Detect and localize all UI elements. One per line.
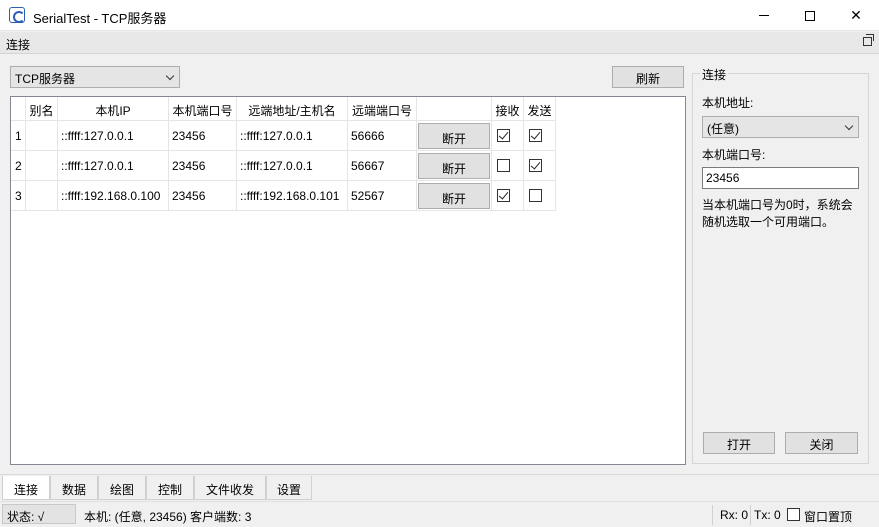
chevron-down-icon [165,71,175,81]
tx-counter: Tx: 0 [754,508,781,522]
row-index: 1 [11,121,26,151]
close-window-button[interactable]: ✕ [833,0,879,31]
column-header[interactable]: 别名 [26,97,58,121]
table-row[interactable]: 1 ::ffff:127.0.0.1 23456 ::ffff:127.0.0.… [11,121,556,151]
send-checkbox[interactable] [529,189,542,202]
column-header[interactable]: 接收 [492,97,524,121]
send-checkbox[interactable] [529,129,542,142]
connection-mode-select[interactable]: TCP服务器 [10,66,180,88]
column-header[interactable]: 远端端口号 [348,97,417,121]
always-on-top-label[interactable]: 窗口置顶 [804,508,852,525]
status-divider [750,505,751,525]
close-icon: ✕ [850,7,862,23]
minimize-button[interactable] [741,0,787,31]
column-header[interactable]: 本机IP [58,97,169,121]
dock-title: 连接 [6,38,31,52]
remote-port-cell: 56666 [348,121,417,151]
local-address-label: 本机地址: [702,96,754,110]
corner-header [11,97,26,121]
local-address-select[interactable]: (任意) [702,116,859,138]
app-icon [9,7,25,23]
minimize-icon [759,15,769,16]
table-row[interactable]: 3 ::ffff:192.168.0.100 23456 ::ffff:192.… [11,181,556,211]
open-button[interactable]: 打开 [703,432,775,454]
connections-table[interactable]: 别名 本机IP 本机端口号 远端地址/主机名 远端端口号 接收 发送 1 ::f… [10,96,686,465]
row-index: 2 [11,151,26,181]
alias-cell[interactable] [26,121,58,151]
column-header[interactable]: 远端地址/主机名 [237,97,348,121]
title-bar: SerialTest - TCP服务器 ✕ [0,0,879,31]
column-header[interactable]: 发送 [524,97,556,121]
port-hint-text: 当本机端口号为0时，系统会随机选取一个可用端口。 [702,198,853,229]
rx-counter: Rx: 0 [720,508,749,522]
local-address-value: (任意) [707,122,739,136]
status-info: 本机: (任意, 23456) 客户端数: 3 [84,510,252,524]
local-port-cell: 23456 [169,121,237,151]
connection-mode-value: TCP服务器 [15,72,76,86]
tab-file-transfer[interactable]: 文件收发 [194,476,266,500]
column-header[interactable]: 本机端口号 [169,97,237,121]
disconnect-button[interactable]: 断开 [418,153,490,179]
disconnect-button[interactable]: 断开 [418,123,490,149]
tab-control[interactable]: 控制 [146,476,194,500]
remote-port-cell: 56667 [348,151,417,181]
chevron-down-icon [844,121,854,131]
local-port-input[interactable]: 23456 [702,167,859,189]
close-button[interactable]: 关闭 [785,432,858,454]
local-port-cell: 23456 [169,181,237,211]
tab-bar: 连接 数据 绘图 控制 文件收发 设置 [0,474,879,500]
maximize-icon [805,10,815,21]
local-ip-cell: ::ffff:127.0.0.1 [58,151,169,181]
maximize-button[interactable] [787,0,833,31]
always-on-top-checkbox[interactable] [787,508,800,521]
receive-checkbox[interactable] [497,159,510,172]
local-ip-cell: ::ffff:192.168.0.100 [58,181,169,211]
column-header[interactable] [417,97,492,121]
window-title: SerialTest - TCP服务器 [33,11,167,26]
local-port-cell: 23456 [169,151,237,181]
remote-port-cell: 52567 [348,181,417,211]
tab-plot[interactable]: 绘图 [98,476,146,500]
alias-cell[interactable] [26,181,58,211]
table-row[interactable]: 2 ::ffff:127.0.0.1 23456 ::ffff:127.0.0.… [11,151,556,181]
status-bar: 状态: √ 本机: (任意, 23456) 客户端数: 3 Rx: 0 Tx: … [0,501,879,527]
local-port-label: 本机端口号: [702,148,766,162]
remote-addr-cell: ::ffff:192.168.0.101 [237,181,348,211]
table-header: 别名 本机IP 本机端口号 远端地址/主机名 远端端口号 接收 发送 [11,97,556,121]
status-divider [712,505,713,525]
remote-addr-cell: ::ffff:127.0.0.1 [237,121,348,151]
float-dock-icon[interactable] [863,34,874,46]
disconnect-button[interactable]: 断开 [418,183,490,209]
local-ip-cell: ::ffff:127.0.0.1 [58,121,169,151]
tab-connection[interactable]: 连接 [2,476,50,500]
remote-addr-cell: ::ffff:127.0.0.1 [237,151,348,181]
dock-title-bar: 连接 [0,32,879,54]
alias-cell[interactable] [26,151,58,181]
refresh-button[interactable]: 刷新 [612,66,684,88]
tab-settings[interactable]: 设置 [266,476,312,500]
send-checkbox[interactable] [529,159,542,172]
receive-checkbox[interactable] [497,189,510,202]
receive-checkbox[interactable] [497,129,510,142]
tab-data[interactable]: 数据 [50,476,98,500]
group-title: 连接 [700,66,729,83]
row-index: 3 [11,181,26,211]
status-indicator: 状态: √ [2,504,76,524]
